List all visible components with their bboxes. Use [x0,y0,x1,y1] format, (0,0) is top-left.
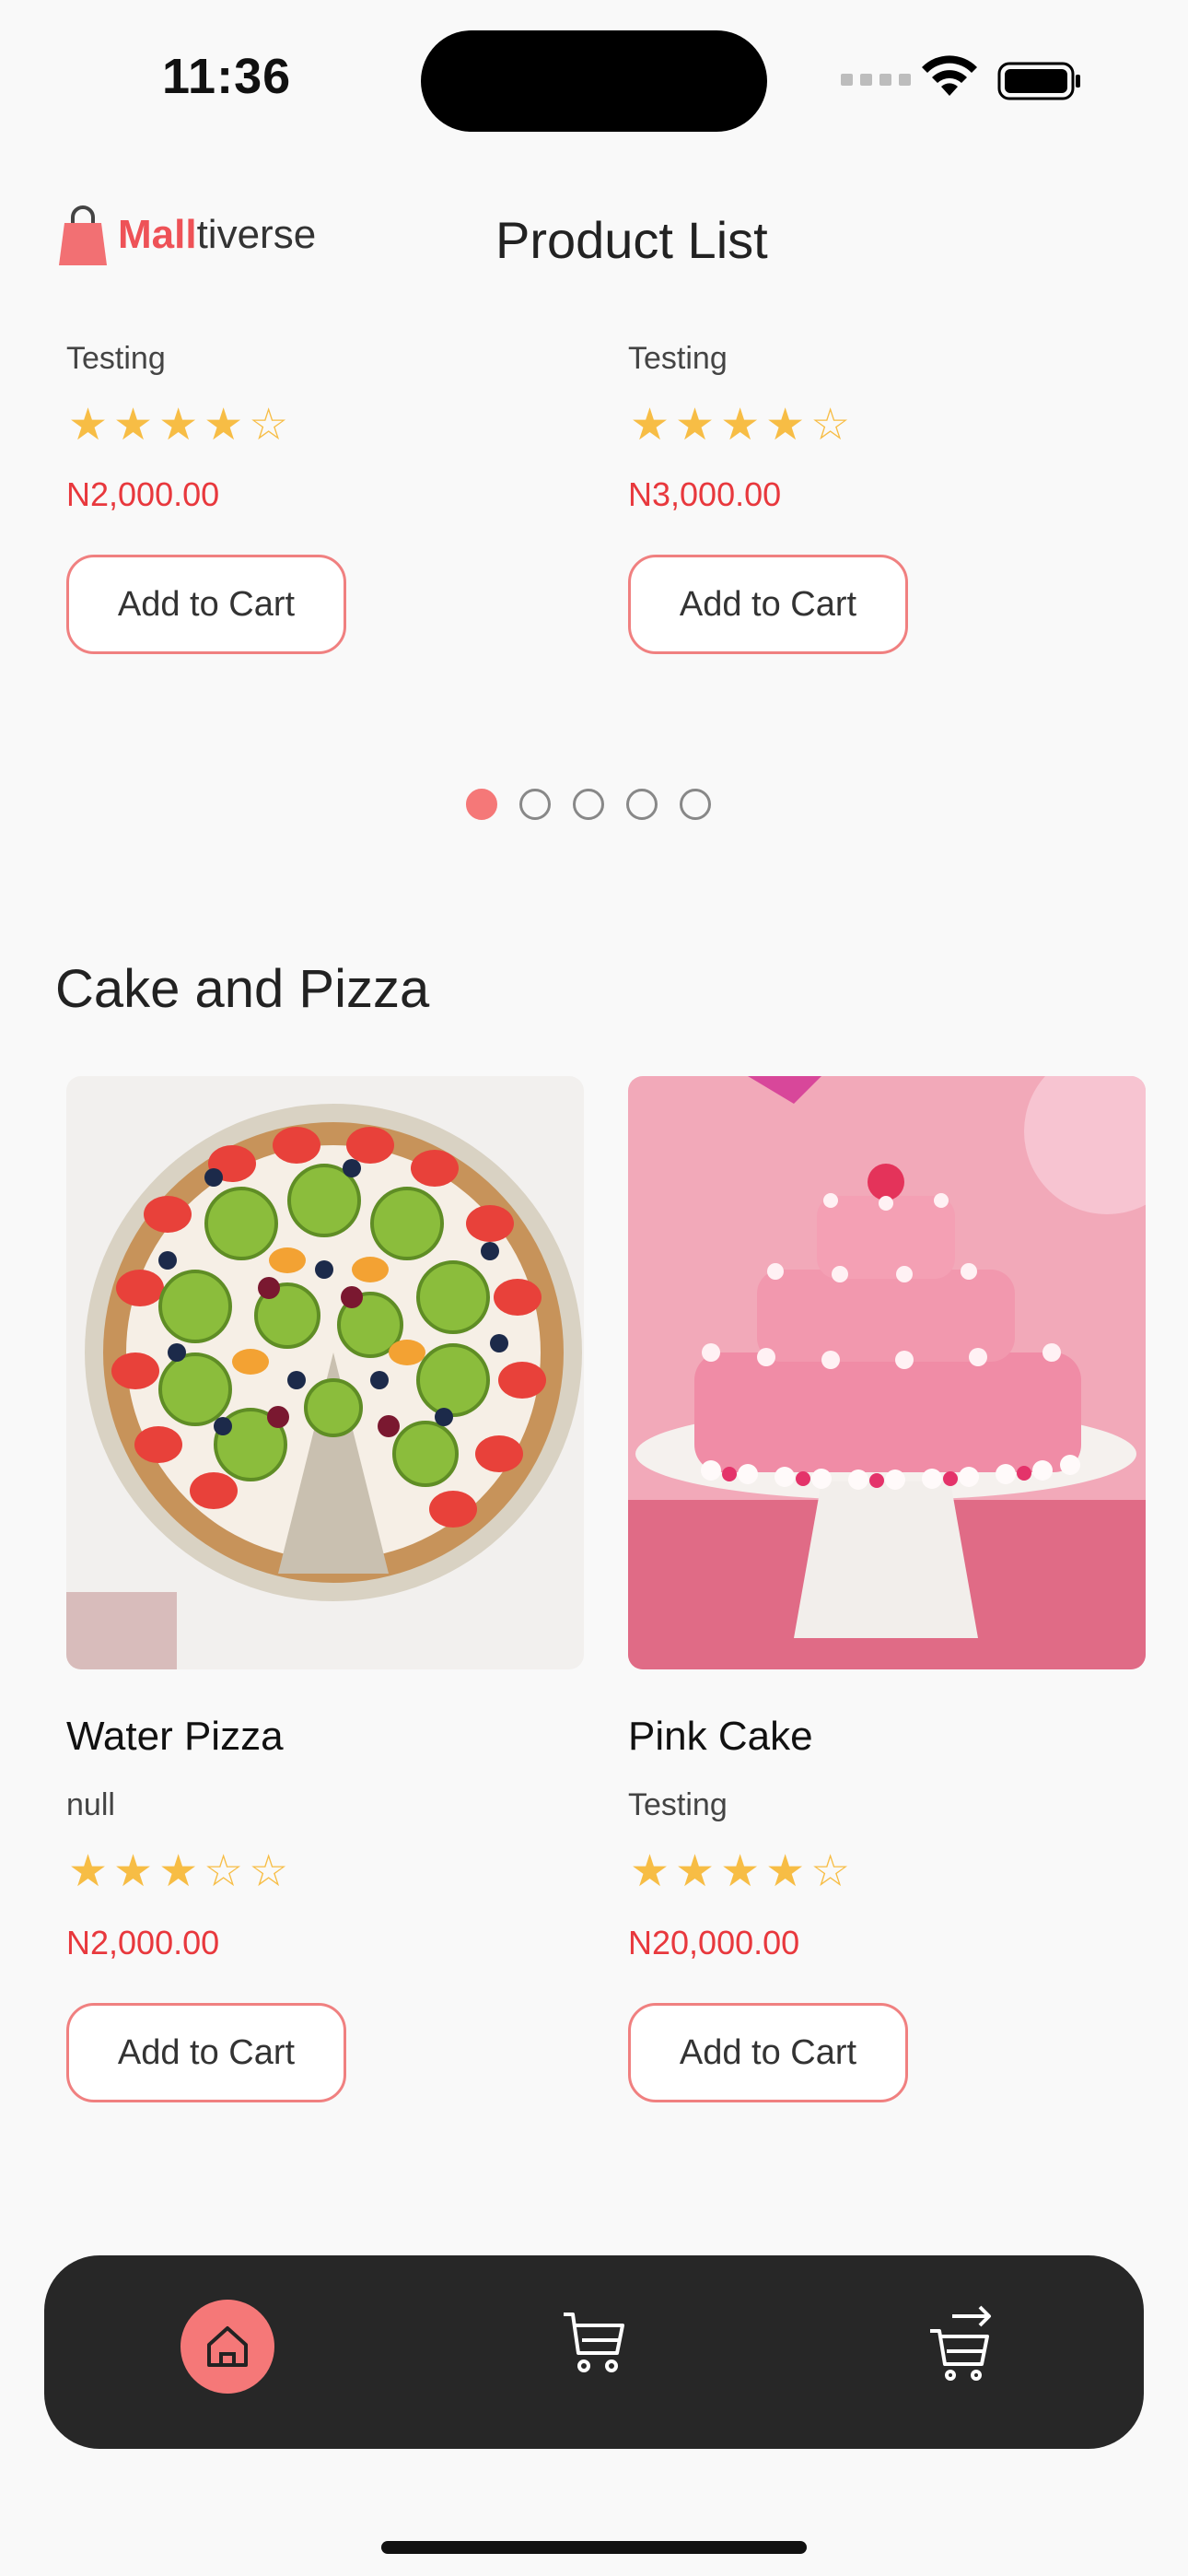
star-filled-icon: ★ [765,401,806,450]
carousel-dot-active[interactable] [466,789,497,820]
logo-text-primary: Mall [118,212,197,257]
star-filled-icon: ★ [68,1847,109,1896]
star-empty-icon: ☆ [249,401,289,450]
star-filled-icon: ★ [630,1847,670,1896]
star-empty-icon: ☆ [204,1847,244,1896]
carousel-dot[interactable] [573,789,604,820]
product-description: Testing [66,341,166,376]
add-to-cart-button[interactable]: Add to Cart [66,555,346,654]
checkout-cart-icon[interactable] [925,2303,998,2381]
page-title: Product List [495,211,768,269]
rating-stars: ★ ★ ★ ★ ☆ [630,1850,850,1894]
fruit-pizza-image[interactable] [66,1076,584,1669]
add-to-cart-button[interactable]: Add to Cart [628,555,908,654]
star-filled-icon: ★ [68,401,109,450]
add-to-cart-button[interactable]: Add to Cart [66,2003,346,2102]
star-filled-icon: ★ [113,401,154,450]
home-icon [207,2326,248,2367]
battery-icon [997,62,1080,100]
product-description: null [66,1787,115,1822]
star-filled-icon: ★ [113,1847,154,1896]
product-name: Pink Cake [628,1714,813,1759]
home-indicator[interactable] [381,2541,807,2554]
star-filled-icon: ★ [675,1847,716,1896]
star-filled-icon: ★ [765,1847,806,1896]
pink-cake-image[interactable] [628,1076,1146,1669]
carousel-dot[interactable] [519,789,551,820]
star-filled-icon: ★ [720,401,761,450]
rating-stars: ★ ★ ★ ☆ ☆ [68,1850,288,1894]
shopping-bag-icon [59,205,107,265]
carousel-dot[interactable] [680,789,711,820]
product-price: N20,000.00 [628,1924,800,1961]
product-price: N2,000.00 [66,1924,220,1961]
star-filled-icon: ★ [720,1847,761,1896]
cart-icon[interactable] [560,2307,630,2377]
star-empty-icon: ☆ [810,401,851,450]
rating-stars: ★ ★ ★ ★ ☆ [68,404,288,448]
wifi-icon [922,55,977,96]
section-title: Cake and Pizza [55,959,430,1019]
status-time: 11:36 [162,49,292,104]
dynamic-island [421,30,767,132]
product-price: N3,000.00 [628,475,782,513]
app-logo: Malltiverse [59,205,316,265]
carousel-dot[interactable] [626,789,658,820]
star-filled-icon: ★ [204,401,244,450]
logo-text-secondary: tiverse [196,212,317,257]
star-empty-icon: ☆ [810,1847,851,1896]
star-filled-icon: ★ [158,1847,199,1896]
add-to-cart-button[interactable]: Add to Cart [628,2003,908,2102]
product-description: Testing [628,1787,728,1822]
nav-home-button[interactable] [181,2300,274,2394]
cellular-signal-icon [841,74,911,86]
star-filled-icon: ★ [630,401,670,450]
star-filled-icon: ★ [158,401,199,450]
star-empty-icon: ☆ [249,1847,289,1896]
product-description: Testing [628,341,728,376]
star-filled-icon: ★ [675,401,716,450]
product-price: N2,000.00 [66,475,220,513]
product-name: Water Pizza [66,1714,284,1759]
carousel-pagination [466,789,711,820]
rating-stars: ★ ★ ★ ★ ☆ [630,404,850,448]
